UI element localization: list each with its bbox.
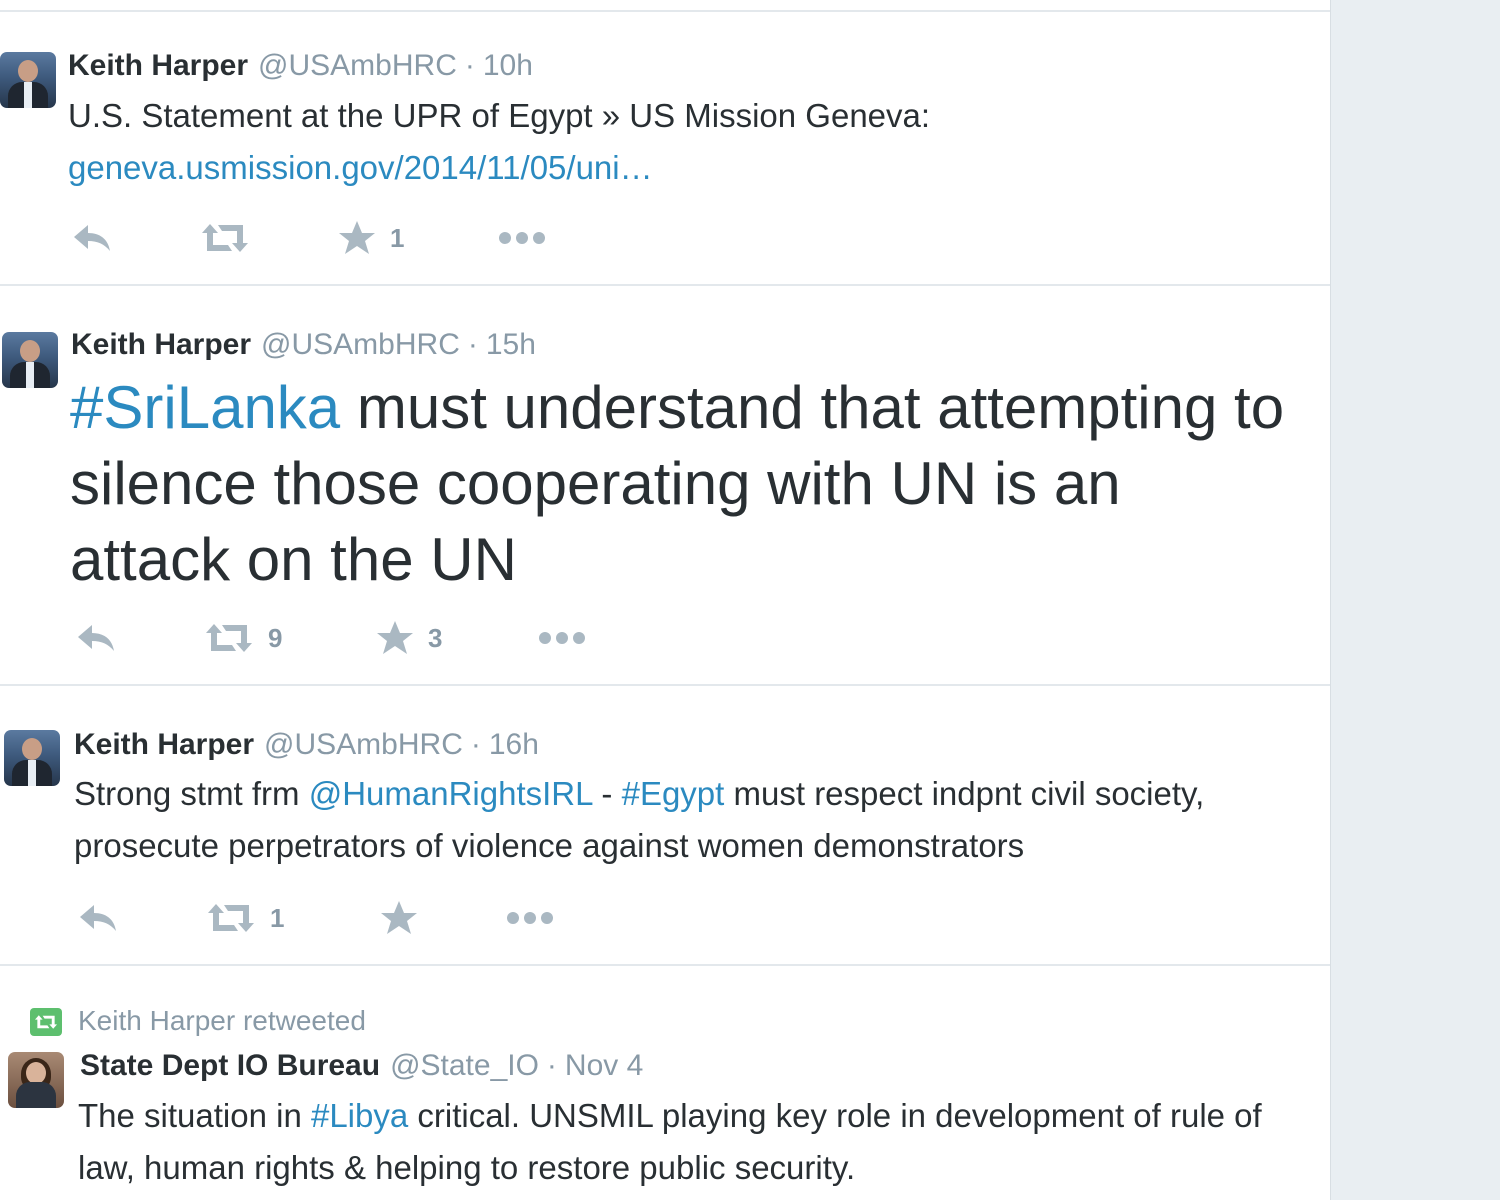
tweet-header: Keith Harper @USAmbHRC · 10h bbox=[68, 48, 533, 84]
timeline: Keith Harper @USAmbHRC · 10h U.S. Statement… bbox=[0, 0, 1331, 1200]
author-handle[interactable]: @USAmbHRC bbox=[258, 49, 457, 82]
star-icon bbox=[377, 621, 413, 654]
more-icon bbox=[539, 632, 585, 644]
retweet-button[interactable] bbox=[200, 218, 264, 258]
author-handle[interactable]: @State_IO bbox=[390, 1049, 539, 1082]
reply-icon bbox=[78, 625, 114, 651]
hashtag-link[interactable]: #Libya bbox=[311, 1097, 408, 1134]
retweet-count: 1 bbox=[270, 902, 285, 933]
reply-button[interactable] bbox=[76, 618, 116, 658]
mention-link[interactable]: @HumanRightsIRL bbox=[309, 775, 593, 812]
more-button[interactable] bbox=[498, 218, 546, 258]
favorite-button[interactable]: 3 bbox=[376, 618, 442, 658]
retweeted-by-label[interactable]: Keith Harper retweeted bbox=[78, 1004, 366, 1038]
reply-icon bbox=[80, 905, 116, 931]
author-name[interactable]: Keith Harper bbox=[74, 728, 254, 761]
tweet-actions: 9 3 bbox=[76, 618, 676, 658]
retweet-badge bbox=[30, 1008, 62, 1036]
author-name[interactable]: State Dept IO Bureau bbox=[80, 1049, 380, 1082]
tweet[interactable]: Keith Harper @USAmbHRC · 16h Strong stmt fr… bbox=[0, 686, 1330, 966]
tweet-header: Keith Harper @USAmbHRC · 15h bbox=[71, 327, 536, 363]
reply-icon bbox=[74, 225, 110, 251]
timestamp[interactable]: Nov 4 bbox=[565, 1049, 643, 1082]
timestamp[interactable]: 10h bbox=[483, 49, 533, 82]
reply-button[interactable] bbox=[78, 898, 118, 938]
retweet-icon bbox=[208, 904, 254, 932]
avatar[interactable] bbox=[8, 1052, 64, 1108]
more-button[interactable] bbox=[506, 898, 554, 938]
favorite-button[interactable]: 1 bbox=[338, 218, 404, 258]
favorite-count: 1 bbox=[390, 222, 405, 253]
tweet-text: The situation in #Libya critical. UNSMIL… bbox=[78, 1097, 1262, 1186]
hashtag-link[interactable]: #SriLanka bbox=[70, 374, 340, 441]
reply-button[interactable] bbox=[72, 218, 112, 258]
tweet[interactable]: Keith Harper @USAmbHRC · 15h #SriLanka must… bbox=[0, 286, 1330, 686]
retweet-count: 9 bbox=[268, 622, 283, 653]
tweet[interactable]: Keith Harper retweeted State Dept IO Bur… bbox=[0, 966, 1330, 1200]
more-icon bbox=[507, 912, 553, 924]
more-icon bbox=[499, 232, 545, 244]
separator: · bbox=[470, 728, 481, 761]
tweet-actions: 1 bbox=[78, 898, 678, 938]
author-name[interactable]: Keith Harper bbox=[71, 328, 251, 361]
tweet[interactable]: Keith Harper @USAmbHRC · 10h U.S. Statement… bbox=[0, 12, 1330, 286]
author-handle[interactable]: @USAmbHRC bbox=[261, 328, 460, 361]
more-button[interactable] bbox=[538, 618, 586, 658]
retweet-icon bbox=[34, 1015, 58, 1029]
timestamp[interactable]: 15h bbox=[486, 328, 536, 361]
divider bbox=[0, 0, 1330, 12]
tweet-header: Keith Harper @USAmbHRC · 16h bbox=[74, 727, 539, 763]
tweet-text: U.S. Statement at the UPR of Egypt » US … bbox=[68, 97, 931, 186]
retweet-icon bbox=[206, 624, 252, 652]
favorite-count: 3 bbox=[428, 622, 443, 653]
star-icon bbox=[381, 901, 417, 934]
timestamp[interactable]: 16h bbox=[489, 728, 539, 761]
avatar[interactable] bbox=[2, 332, 58, 388]
hashtag-link[interactable]: #Egypt bbox=[622, 775, 725, 812]
retweet-icon bbox=[202, 224, 248, 252]
tweet-text: Strong stmt frm @HumanRightsIRL - #Egypt… bbox=[74, 775, 1205, 864]
author-name[interactable]: Keith Harper bbox=[68, 49, 248, 82]
tweet-actions: 1 bbox=[72, 218, 672, 258]
tweet-link[interactable]: geneva.usmission.gov/2014/11/05/uni… bbox=[68, 149, 653, 186]
tweet-header: State Dept IO Bureau @State_IO · Nov 4 bbox=[80, 1048, 643, 1084]
favorite-button[interactable] bbox=[380, 898, 432, 938]
star-icon bbox=[339, 221, 375, 254]
separator: · bbox=[464, 49, 475, 82]
avatar[interactable] bbox=[0, 52, 56, 108]
separator: · bbox=[467, 328, 478, 361]
tweet-text: #SriLanka must understand that attemptin… bbox=[70, 374, 1285, 593]
retweet-button[interactable]: 1 bbox=[206, 898, 284, 938]
separator: · bbox=[546, 1049, 557, 1082]
avatar[interactable] bbox=[4, 730, 60, 786]
author-handle[interactable]: @USAmbHRC bbox=[264, 728, 463, 761]
retweet-button[interactable]: 9 bbox=[204, 618, 282, 658]
